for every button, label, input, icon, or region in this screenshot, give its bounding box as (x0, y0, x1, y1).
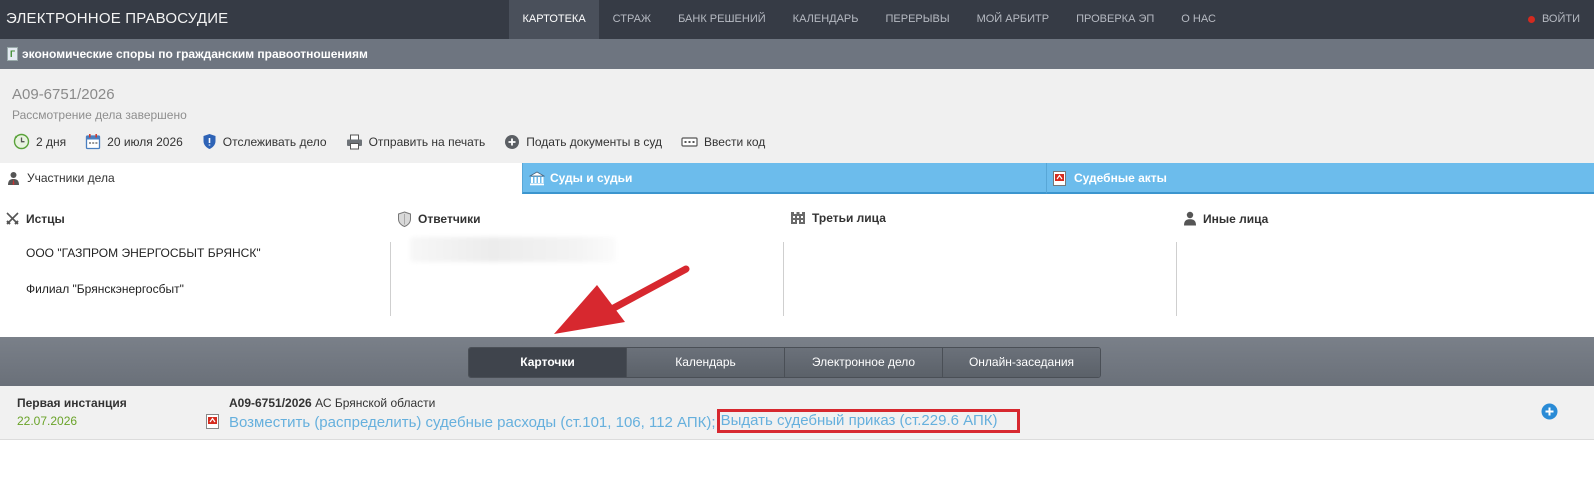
third-parties-column: Третьи лица (783, 194, 1176, 337)
page: ЭЛЕКТРОННОЕ ПРАВОСУДИЕ КАРТОТЕКА СТРАЖ Б… (0, 0, 1594, 495)
instance-court: А09-6751/2026 АС Брянской области (229, 396, 435, 410)
shield-icon (398, 211, 411, 227)
action-duration-label: 2 дня (36, 134, 67, 149)
category-label: экономические споры по гражданским право… (22, 47, 368, 61)
plus-circle-icon (505, 134, 520, 149)
column-divider (390, 242, 391, 316)
enter-code-button[interactable]: Ввести код (681, 133, 765, 150)
nav-item-calendar[interactable]: КАЛЕНДАРЬ (779, 0, 872, 39)
nav-item-proverka-ep[interactable]: ПРОВЕРКА ЭП (1063, 0, 1168, 39)
print-label: Отправить на печать (368, 134, 486, 149)
crossed-swords-icon (6, 212, 19, 225)
login-label: ВОЙТИ (1541, 13, 1580, 25)
plaintiffs-column: Истцы ООО "ГАЗПРОМ ЭНЕРГОСБЫТ БРЯНСК" Фи… (0, 194, 390, 337)
tab-court-acts[interactable]: Судебные акты (1046, 163, 1594, 194)
pdf-icon (1053, 171, 1066, 186)
tab-cards[interactable]: Карточки (469, 348, 627, 377)
login-link[interactable]: ВОЙТИ (1527, 0, 1580, 39)
view-segmented-control: Карточки Календарь Электронное дело Онла… (468, 347, 1101, 378)
case-header: А09-6751/2026 Рассмотрение дела завершен… (0, 69, 1594, 164)
track-case-label: Отслеживать дело (222, 134, 327, 149)
others-header: Иные лица (1183, 211, 1268, 226)
plaintiff-item[interactable]: ООО "ГАЗПРОМ ЭНЕРГОСБЫТ БРЯНСК" (26, 246, 261, 260)
nav-item-kartoteka[interactable]: КАРТОТЕКА (509, 0, 600, 39)
action-duration[interactable]: 2 дня (13, 133, 66, 150)
third-parties-header: Третьи лица (790, 211, 886, 225)
action-date-label: 20 июля 2026 (107, 134, 183, 149)
highlight-box: Выдать судебный приказ (ст.229.6 АПК) (716, 409, 1021, 433)
action-date[interactable]: 20 июля 2026 (85, 133, 183, 150)
tab-calendar[interactable]: Календарь (627, 348, 785, 377)
building-icon (791, 212, 805, 224)
calendar-icon (85, 134, 101, 150)
tab-courts[interactable]: Суды и судьи (522, 163, 1046, 194)
instance-title: Первая инстанция (17, 396, 127, 410)
login-dot-icon (1527, 16, 1535, 23)
top-navigation-bar: ЭЛЕКТРОННОЕ ПРАВОСУДИЕ КАРТОТЕКА СТРАЖ Б… (0, 0, 1594, 39)
courthouse-icon (529, 171, 545, 186)
nav-item-about[interactable]: О НАС (1168, 0, 1230, 39)
column-divider (783, 242, 784, 316)
pdf-icon[interactable] (206, 414, 219, 429)
case-actions: 2 дня 20 июля 2026 Отслеживать дело Отпр… (13, 133, 784, 150)
nav-item-bank-resheniy[interactable]: БАНК РЕШЕНИЙ (665, 0, 780, 39)
nav-item-moy-arbitr[interactable]: МОЙ АРБИТР (963, 0, 1063, 39)
shield-icon (203, 134, 216, 149)
track-case-button[interactable]: Отслеживать дело (202, 133, 327, 150)
submit-documents-button[interactable]: Подать документы в суд (504, 133, 662, 150)
code-icon (681, 136, 698, 147)
others-column: Иные лица (1176, 194, 1594, 337)
tab-participants-label: Участники дела (27, 171, 115, 185)
tab-court-acts-label: Судебные акты (1074, 171, 1167, 185)
enter-code-label: Ввести код (704, 134, 766, 149)
expand-plus-icon[interactable] (1541, 403, 1558, 420)
tab-online-sessions[interactable]: Онлайн-заседания (943, 348, 1100, 377)
instance-date: 22.07.2026 (17, 414, 78, 428)
nav-item-pereryvy[interactable]: ПЕРЕРЫВЫ (872, 0, 963, 39)
others-title: Иные лица (1203, 211, 1269, 226)
clock-icon (13, 133, 30, 150)
instance-court-name: АС Брянской области (315, 396, 436, 410)
tab-participants[interactable]: Участники дела (0, 163, 522, 194)
category-icon: Г (7, 47, 18, 61)
document-link-court-order[interactable]: Выдать судебный приказ (ст.229.6 АПК) (721, 412, 998, 429)
defendants-title: Ответчики (418, 212, 481, 226)
site-brand[interactable]: ЭЛЕКТРОННОЕ ПРАВОСУДИЕ (6, 10, 228, 27)
document-link-expenses[interactable]: Возместить (распределить) судебные расхо… (229, 414, 716, 431)
main-nav: КАРТОТЕКА СТРАЖ БАНК РЕШЕНИЙ КАЛЕНДАРЬ П… (509, 0, 1229, 39)
tab-courts-label: Суды и судьи (550, 171, 633, 185)
print-button[interactable]: Отправить на печать (346, 133, 486, 150)
printer-icon (346, 134, 362, 149)
instance-case-number[interactable]: А09-6751/2026 (229, 396, 312, 410)
case-number: А09-6751/2026 (12, 86, 115, 103)
defendants-column: Ответчики (390, 194, 783, 337)
plaintiff-item[interactable]: Филиал "Брянскэнергосбыт" (26, 282, 184, 296)
case-status: Рассмотрение дела завершено (12, 108, 187, 122)
category-bar: Г экономические споры по гражданским пра… (0, 39, 1594, 69)
case-section-tabs: Участники дела Суды и судьи Судебные акт… (0, 163, 1594, 194)
participants-panel: Истцы ООО "ГАЗПРОМ ЭНЕРГОСБЫТ БРЯНСК" Фи… (0, 194, 1594, 337)
defendants-header: Ответчики (397, 211, 481, 227)
third-parties-title: Третьи лица (812, 211, 886, 225)
plaintiffs-header: Истцы (5, 211, 65, 226)
redacted-defendant (410, 237, 616, 262)
plaintiffs-title: Истцы (26, 211, 65, 226)
submit-documents-label: Подать документы в суд (526, 134, 663, 149)
person-icon (8, 172, 19, 185)
view-switch-bar: Карточки Календарь Электронное дело Онла… (0, 337, 1594, 386)
nav-item-strazh[interactable]: СТРАЖ (599, 0, 664, 39)
column-divider (1176, 242, 1177, 316)
person-icon (1184, 211, 1196, 226)
document-links: Возместить (распределить) судебные расхо… (229, 409, 1021, 435)
tab-electronic-case[interactable]: Электронное дело (785, 348, 943, 377)
instance-row: Первая инстанция 22.07.2026 А09-6751/202… (0, 386, 1594, 440)
